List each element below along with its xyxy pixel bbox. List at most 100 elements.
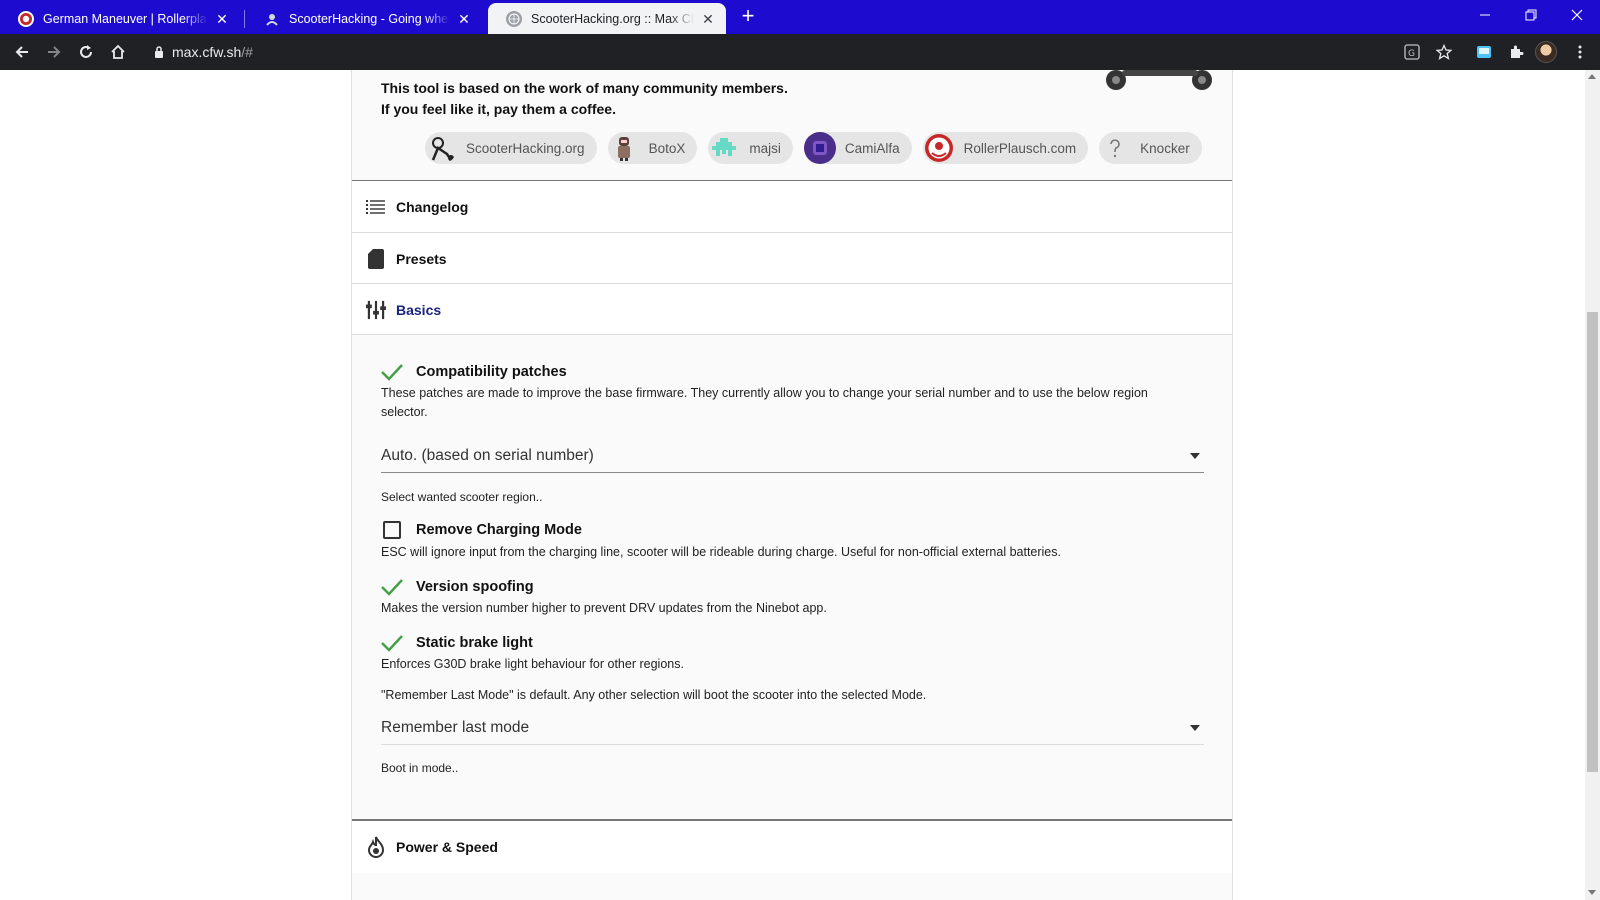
svg-text:G: G bbox=[1408, 49, 1415, 59]
intro-line-1: This tool is based on the work of many c… bbox=[381, 80, 788, 96]
flame-icon bbox=[366, 836, 386, 858]
option-description: Makes the version number higher to preve… bbox=[381, 601, 827, 615]
close-window-icon[interactable] bbox=[1554, 0, 1600, 30]
sd-card-icon bbox=[366, 248, 386, 269]
select-hint: Select wanted scooter region.. bbox=[381, 490, 543, 504]
restore-icon[interactable] bbox=[1508, 0, 1554, 30]
page-viewport: This tool is based on the work of many c… bbox=[0, 70, 1585, 900]
boot-mode-select[interactable]: Remember last mode bbox=[381, 711, 1204, 745]
tab-title: ScooterHacking - Going where n bbox=[289, 11, 450, 26]
globe-favicon-icon bbox=[506, 10, 522, 27]
checkmark-icon[interactable] bbox=[380, 633, 404, 653]
extensions-puzzle-icon[interactable] bbox=[1504, 40, 1528, 64]
tab-scooterhacking[interactable]: ScooterHacking - Going where n ✕ bbox=[246, 3, 482, 34]
scrollbar-thumb[interactable] bbox=[1587, 312, 1598, 772]
translate-icon[interactable]: G bbox=[1400, 40, 1424, 64]
static-brake-light-option[interactable]: Static brake light bbox=[380, 633, 533, 653]
forward-arrow-icon[interactable] bbox=[42, 40, 66, 64]
list-icon bbox=[366, 197, 386, 217]
camialfa-avatar-icon bbox=[803, 132, 836, 164]
equalizer-sliders-icon bbox=[366, 300, 386, 320]
option-title: Version spoofing bbox=[416, 579, 534, 595]
section-presets[interactable]: Presets bbox=[352, 232, 1232, 284]
remove-charging-option[interactable]: Remove Charging Mode bbox=[380, 521, 582, 539]
dropdown-caret-icon bbox=[1190, 724, 1200, 731]
select-value: Auto. (based on serial number) bbox=[381, 446, 594, 464]
contributor-name: BotoX bbox=[648, 140, 686, 156]
option-description: These patches are made to improve the ba… bbox=[381, 386, 1148, 419]
option-title: Static brake light bbox=[416, 635, 533, 651]
checkbox-unchecked[interactable] bbox=[383, 521, 401, 539]
scooterhacking-logo-icon bbox=[425, 132, 457, 164]
scroll-down-arrow-icon[interactable] bbox=[1588, 890, 1596, 895]
scroll-up-arrow-icon[interactable] bbox=[1588, 74, 1596, 79]
profile-avatar[interactable] bbox=[1535, 41, 1557, 63]
browser-toolbar: max.cfw.sh/# G bbox=[0, 34, 1600, 70]
tab-strip: German Maneuver | Rollerplausch ✕ Scoote… bbox=[0, 0, 1600, 34]
home-icon[interactable] bbox=[106, 40, 130, 64]
tab-title: ScooterHacking.org :: Max CFW B bbox=[531, 11, 694, 26]
checkmark-icon[interactable] bbox=[380, 577, 404, 597]
contributor-name: CamiAlfa bbox=[844, 140, 900, 156]
option-title: Compatibility patches bbox=[416, 364, 567, 380]
bookmark-star-icon[interactable] bbox=[1432, 40, 1456, 64]
extension-screen-icon[interactable] bbox=[1472, 40, 1496, 64]
section-label: Presets bbox=[396, 250, 447, 267]
rollerplausch-favicon-icon bbox=[18, 10, 34, 27]
region-select[interactable]: Auto. (based on serial number) bbox=[381, 439, 1204, 473]
reload-icon[interactable] bbox=[74, 40, 98, 64]
contributor-chip-camialfa[interactable]: CamiAlfa bbox=[803, 132, 912, 164]
contributor-name: majsi bbox=[749, 140, 781, 156]
scooter-illustration-icon bbox=[1106, 70, 1212, 90]
option-title: Remove Charging Mode bbox=[416, 522, 582, 538]
botox-avatar-icon bbox=[608, 132, 640, 164]
tab-separator bbox=[244, 10, 245, 28]
boot-mode-note: "Remember Last Mode" is default. Any oth… bbox=[381, 688, 927, 702]
close-tab-icon[interactable]: ✕ bbox=[700, 11, 716, 27]
plus-icon[interactable]: + bbox=[736, 5, 760, 29]
section-power-speed[interactable]: Power & Speed bbox=[352, 821, 1232, 873]
section-label: Changelog bbox=[396, 199, 469, 215]
page-scrollbar[interactable] bbox=[1585, 70, 1600, 900]
close-tab-icon[interactable]: ✕ bbox=[456, 11, 472, 27]
close-tab-icon[interactable]: ✕ bbox=[214, 11, 230, 27]
url-text: max.cfw.sh/# bbox=[172, 44, 253, 60]
tab-max-cfw[interactable]: ScooterHacking.org :: Max CFW B ✕ bbox=[488, 3, 726, 34]
contributor-name: Knocker bbox=[1140, 140, 1190, 156]
contributor-chip-rollerplausch[interactable]: RollerPlausch.com bbox=[922, 132, 1089, 164]
content-card: This tool is based on the work of many c… bbox=[351, 70, 1233, 900]
minimize-icon[interactable] bbox=[1462, 0, 1508, 30]
lock-icon[interactable] bbox=[154, 46, 164, 58]
contributor-chip-knocker[interactable]: Knocker bbox=[1099, 132, 1202, 164]
contributor-chip-majsi[interactable]: majsi bbox=[708, 132, 793, 164]
contributor-chip-scooterhacking[interactable]: ScooterHacking.org bbox=[425, 132, 597, 164]
address-bar[interactable]: max.cfw.sh/# bbox=[140, 38, 1420, 66]
compat-patches-option[interactable]: Compatibility patches bbox=[380, 362, 567, 382]
tab-title: German Maneuver | Rollerplausch bbox=[43, 11, 208, 26]
contributor-name: RollerPlausch.com bbox=[963, 140, 1077, 156]
checkmark-icon[interactable] bbox=[380, 362, 404, 382]
tab-rollerplausch[interactable]: German Maneuver | Rollerplausch ✕ bbox=[0, 3, 240, 34]
back-arrow-icon[interactable] bbox=[10, 40, 34, 64]
section-changelog[interactable]: Changelog bbox=[352, 181, 1232, 233]
select-hint: Boot in mode.. bbox=[381, 761, 459, 775]
intro-text: This tool is based on the work of many c… bbox=[381, 78, 788, 120]
question-mark-icon bbox=[1099, 132, 1131, 164]
section-basics[interactable]: Basics bbox=[352, 283, 1232, 335]
scooterhacking-favicon-icon bbox=[264, 11, 280, 27]
basics-panel-content: Compatibility patches These patches are … bbox=[352, 334, 1232, 819]
option-description: Enforces G30D brake light behaviour for … bbox=[381, 657, 684, 671]
section-label: Power & Speed bbox=[396, 839, 498, 855]
contributor-name: ScooterHacking.org bbox=[466, 140, 585, 156]
select-value: Remember last mode bbox=[381, 718, 530, 736]
rollerplausch-logo-icon bbox=[923, 132, 955, 164]
dropdown-caret-icon bbox=[1190, 452, 1200, 459]
menu-kebab-icon[interactable] bbox=[1568, 40, 1592, 64]
version-spoofing-option[interactable]: Version spoofing bbox=[380, 577, 534, 597]
majsi-avatar-icon bbox=[708, 132, 740, 164]
option-description: ESC will ignore input from the charging … bbox=[381, 545, 1061, 559]
intro-line-2: If you feel like it, pay them a coffee. bbox=[381, 101, 616, 117]
section-label: Basics bbox=[396, 301, 442, 318]
contributor-chip-botox[interactable]: BotoX bbox=[607, 132, 698, 164]
contributor-chips: ScooterHacking.org BotoX majsi CamiAlfa bbox=[425, 132, 1213, 164]
